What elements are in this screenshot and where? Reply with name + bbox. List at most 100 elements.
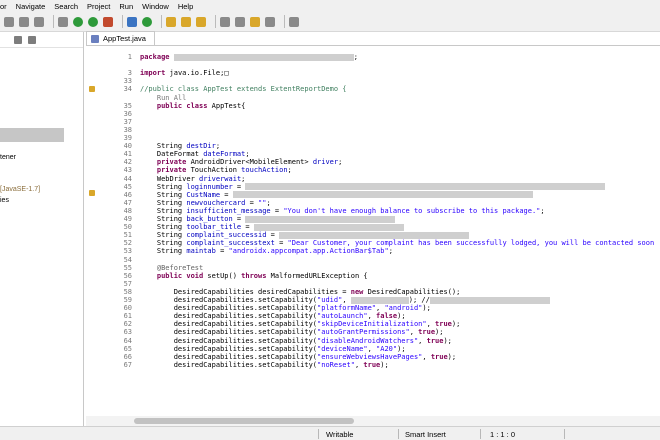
menu-help[interactable]: Help — [178, 2, 193, 11]
code-token: desiredCapabilities — [258, 287, 339, 296]
code-line[interactable]: 33 — [98, 77, 660, 85]
menu-window[interactable]: Window — [142, 2, 169, 11]
code-line[interactable]: 61 desiredCapabilities.setCapability("au… — [98, 312, 660, 320]
code-line[interactable]: 1 package ; — [98, 53, 660, 61]
code-token: "androidx.appcompat.app.ActionBar$Tab" — [228, 247, 389, 256]
code-area[interactable]: 1 package ; 3 import java.io.File;□ 33 34 //pu… — [98, 47, 660, 426]
menu-run[interactable]: Run — [119, 2, 133, 11]
tree-item[interactable]: ies — [0, 197, 9, 204]
code-token: ; — [215, 142, 221, 151]
code-line[interactable]: 66 desiredCapabilities.setCapability("en… — [98, 353, 660, 361]
code-line[interactable]: 43 private TouchAction touchAction; — [98, 166, 660, 174]
settings-icon[interactable] — [58, 16, 68, 27]
line-number: 51 — [123, 231, 132, 240]
code-line[interactable]: 64 desiredCapabilities.setCapability("di… — [98, 337, 660, 345]
line-number: 38 — [123, 125, 132, 134]
code-line[interactable]: 56 public void setUp() throws MalformedU… — [98, 272, 660, 280]
horizontal-scrollbar[interactable] — [86, 416, 660, 426]
code-token: ); — [451, 320, 461, 329]
new-java-class-icon[interactable] — [142, 16, 152, 27]
code-line[interactable]: 58 DesiredCapabilities desiredCapabiliti… — [98, 288, 660, 296]
code-token: ; — [353, 53, 358, 61]
code-token: import — [140, 69, 166, 78]
code-line[interactable]: 48 String insufficient_message = "You do… — [98, 207, 660, 215]
menu-project[interactable]: Project — [87, 2, 110, 11]
code-line[interactable]: 45 String loginnumber = — [98, 183, 660, 191]
code-line[interactable]: 36 — [98, 110, 660, 118]
save-icon[interactable] — [19, 16, 29, 27]
code-line[interactable]: 60 desiredCapabilities.setCapability("pl… — [98, 304, 660, 312]
forward-icon[interactable] — [265, 16, 275, 27]
code-line[interactable]: 53 String maintab = "androidx.appcompat.… — [98, 247, 660, 255]
new-java-project-icon[interactable] — [127, 16, 137, 27]
print-icon[interactable] — [34, 16, 44, 27]
line-number: 34 — [123, 85, 132, 94]
code-line[interactable]: 39 — [98, 134, 660, 142]
warning-marker-icon[interactable] — [89, 86, 95, 92]
code-line[interactable]: 35 public class AppTest{ — [98, 102, 660, 110]
pin-icon[interactable] — [196, 16, 206, 27]
code-line[interactable]: 38 — [98, 126, 660, 134]
status-position: 1 : 1 : 0 — [490, 430, 516, 439]
tree-item[interactable]: tener — [0, 154, 16, 161]
code-line[interactable]: 50 String toolbar_title = — [98, 223, 660, 231]
code-token: DesiredCapabilities — [140, 287, 259, 296]
code-line[interactable]: 49 String back_button = — [98, 215, 660, 223]
menu-or[interactable]: or — [0, 2, 7, 11]
code-token: String — [140, 206, 187, 215]
new-icon[interactable] — [4, 16, 14, 27]
debug-icon[interactable] — [73, 16, 83, 27]
code-line[interactable]: 57 — [98, 280, 660, 288]
code-line[interactable]: 59 desiredCapabilities.setCapability("ud… — [98, 296, 660, 304]
open-type-icon[interactable] — [166, 16, 176, 27]
code-line[interactable] — [98, 61, 660, 69]
code-line[interactable]: 51 String complaint_successid = — [98, 231, 660, 239]
code-token: , — [409, 328, 419, 337]
code-line[interactable]: 41 DateFormat dateFormat; — [98, 150, 660, 158]
code-line[interactable]: Run All — [98, 94, 660, 102]
link-editor-icon[interactable] — [28, 35, 36, 44]
run-icon[interactable] — [88, 16, 98, 27]
code-token: "skipDeviceInitialization" — [317, 320, 427, 329]
menu-navigate[interactable]: Navigate — [16, 2, 46, 11]
maximize-icon[interactable] — [289, 16, 299, 27]
code-line[interactable]: 54 — [98, 256, 660, 264]
external-tools-icon[interactable] — [103, 16, 113, 27]
code-line[interactable]: 42 private AndroidDriver<MobileElement> … — [98, 158, 660, 166]
code-token: String — [140, 198, 187, 207]
code-text: desiredCapabilities.setCapability("noRes… — [140, 361, 389, 369]
code-line[interactable]: 52 String complaint_successtext = "Dear … — [98, 239, 660, 247]
code-line[interactable]: 37 — [98, 118, 660, 126]
code-line[interactable]: 55 @BeforeTest — [98, 264, 660, 272]
redacted-value — [173, 53, 354, 61]
code-line[interactable]: 63 desiredCapabilities.setCapability("au… — [98, 328, 660, 336]
tree-item-jre[interactable]: [JavaSE-1.7] — [0, 186, 40, 193]
redacted-value — [279, 231, 470, 239]
search-icon[interactable] — [181, 16, 191, 27]
menu-search[interactable]: Search — [54, 2, 78, 11]
code-text: public class AppTest{ — [140, 102, 246, 110]
code-line[interactable]: 46 String CustName = — [98, 191, 660, 199]
tab-apptest-java[interactable]: AppTest.java — [86, 31, 155, 45]
code-line[interactable]: 47 String newvouchercard = ""; — [98, 199, 660, 207]
code-token: maintab — [186, 247, 216, 256]
next-annotation-icon[interactable] — [220, 16, 230, 27]
code-token: = — [266, 231, 280, 240]
code-line[interactable]: 67 desiredCapabilities.setCapability("no… — [98, 361, 660, 369]
code-token: = — [232, 215, 246, 223]
prev-annotation-icon[interactable] — [235, 16, 245, 27]
warning-marker-icon[interactable] — [89, 190, 95, 196]
line-number: 48 — [123, 206, 132, 215]
code-line[interactable]: 62 desiredCapabilities.setCapability("sk… — [98, 320, 660, 328]
code-line[interactable]: 34 //public class AppTest extends ExtentR… — [98, 85, 660, 93]
back-icon[interactable] — [250, 16, 260, 27]
code-line[interactable]: 40 String destDir; — [98, 142, 660, 150]
code-line[interactable]: 44 WebDriver driverwait; — [98, 175, 660, 183]
code-token: ; — [338, 158, 343, 167]
code-line[interactable]: 3 import java.io.File;□ — [98, 69, 660, 77]
code-line[interactable]: 65 desiredCapabilities.setCapability("de… — [98, 345, 660, 353]
line-number: 61 — [123, 312, 132, 321]
scrollbar-thumb[interactable] — [134, 418, 354, 424]
collapse-all-icon[interactable] — [14, 35, 22, 44]
